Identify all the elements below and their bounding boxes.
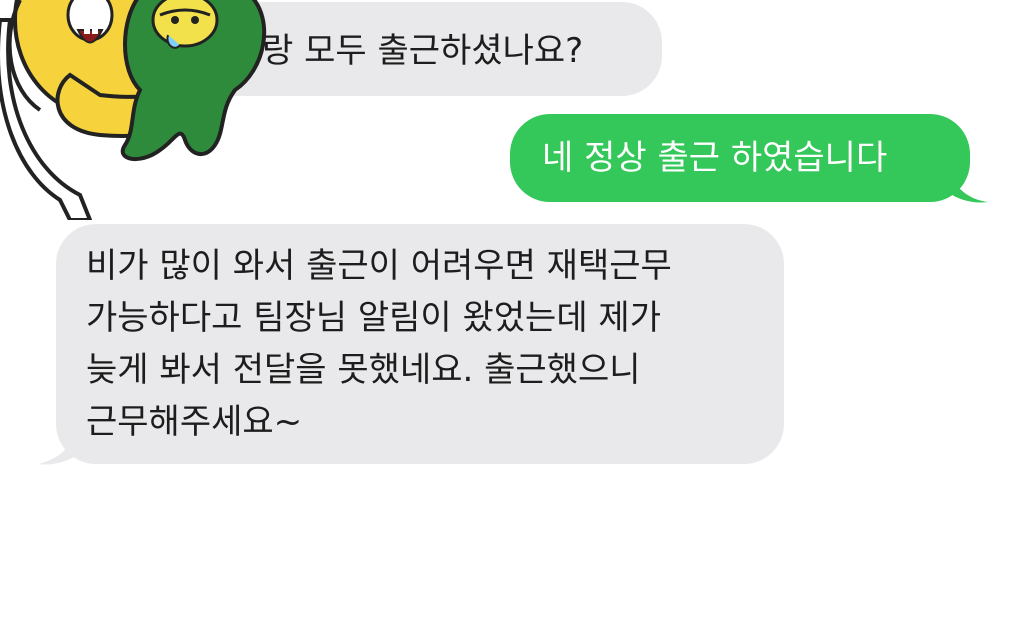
received-message-bubble[interactable]: 비가 많이 와서 출근이 어려우면 재택근무 가능하다고 팀장님 알림이 왔었는… <box>56 224 784 464</box>
chat-thread: 랑 모두 출근하셨나요? 네 정상 출근 하였습니다 비가 많이 와서 출근이 … <box>0 0 1024 632</box>
sent-bubble-tail <box>948 170 988 203</box>
message-text: 비가 많이 와서 출근이 어려우면 재택근무 가능하다고 팀장님 알림이 왔었는… <box>86 246 672 442</box>
sticker-icon[interactable] <box>0 0 320 220</box>
received-bubble-tail <box>38 430 78 465</box>
message-text: 네 정상 출근 하였습니다 <box>542 138 888 178</box>
sent-message-bubble[interactable]: 네 정상 출근 하였습니다 <box>510 114 970 202</box>
